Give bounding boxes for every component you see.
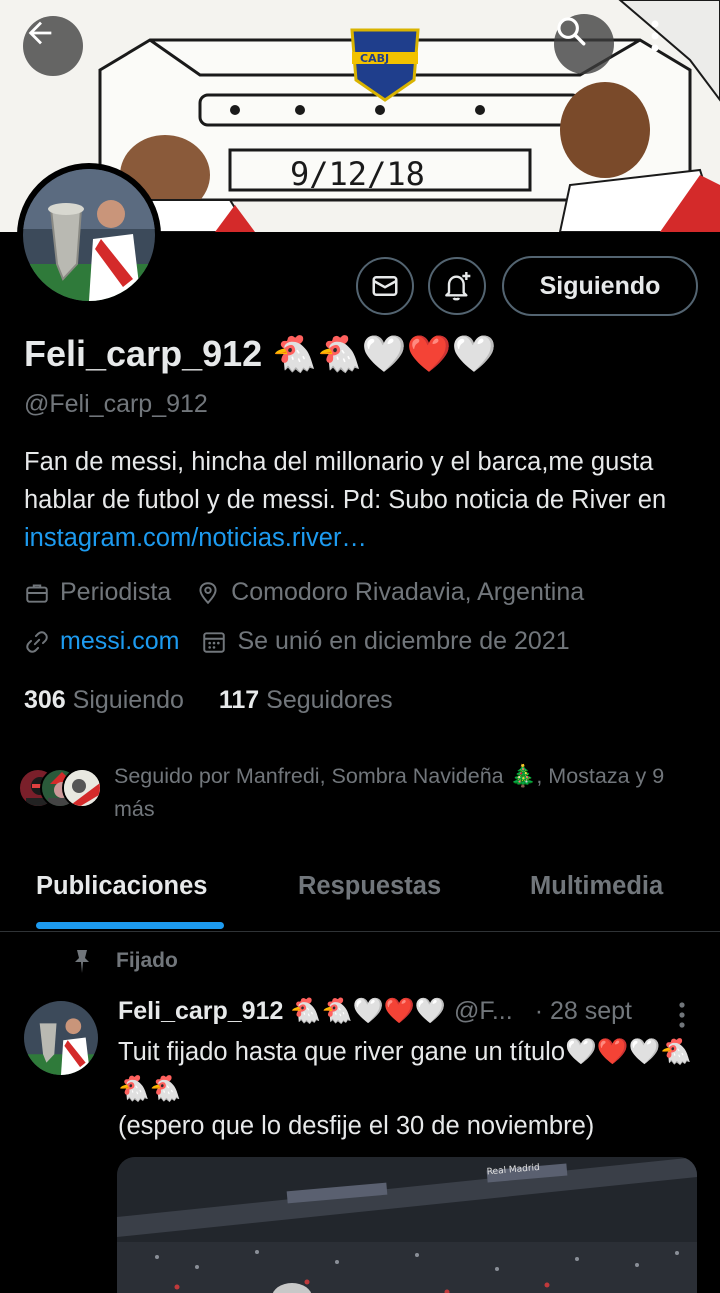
more-options-button[interactable] (650, 18, 690, 74)
followed-by-avatars[interactable] (18, 762, 108, 812)
profession-item: Periodista (24, 578, 171, 607)
location-text: Comodoro Rivadavia, Argentina (231, 578, 585, 606)
profession-text: Periodista (60, 578, 172, 606)
post-body: Tuit fijado hasta que river gane un títu… (118, 1034, 708, 1145)
joined-text: Se unió en diciembre de 2021 (237, 627, 570, 655)
arrow-left-icon (28, 21, 52, 45)
avatar-photo (23, 169, 155, 301)
post-avatar-photo (24, 1001, 98, 1075)
post-handle[interactable]: @F... (454, 997, 513, 1026)
followers-count: 117 (218, 686, 260, 714)
profile-meta-row-1: Periodista Comodoro Rivadavia, Argentina (24, 578, 584, 607)
followed-by-text[interactable]: Seguido por Manfredi, Sombra Navideña 🎄,… (114, 760, 704, 826)
post-date[interactable]: · 28 sept (535, 997, 632, 1026)
post-avatar[interactable] (24, 1001, 98, 1075)
crest-text: CABJ (360, 52, 389, 65)
avatar[interactable] (23, 169, 155, 301)
post-text-line: (espero que lo desfije el 30 de noviembr… (118, 1112, 595, 1140)
website-item[interactable]: messi.com (24, 627, 179, 656)
active-tab-indicator (36, 922, 224, 929)
profile-tabs: Publicaciones Respuestas Multimedia (0, 860, 720, 932)
bio-text: Fan de messi, hincha del millonario y el… (24, 448, 667, 514)
more-vertical-icon (651, 20, 659, 52)
post-media-image[interactable]: Real Madrid (117, 1157, 697, 1293)
back-button[interactable] (23, 16, 83, 76)
follow-counts: 306 Siguiendo 117 Seguidores (24, 686, 393, 715)
banner-date: 9/12/18 (290, 155, 425, 193)
bell-plus-icon (445, 272, 471, 301)
post-header: Feli_carp_912 🐔🐔🤍❤️🤍 @F... · 28 sept (118, 997, 698, 1026)
location-item: Comodoro Rivadavia, Argentina (195, 578, 584, 607)
display-name: Feli_carp_912 🐔🐔🤍❤️🤍 (24, 333, 497, 374)
location-pin-icon (199, 581, 217, 604)
following-label: Siguiendo (72, 686, 184, 714)
website-link[interactable]: messi.com (60, 627, 179, 656)
pinned-text: Fijado (116, 949, 178, 972)
joined-item: Se unió en diciembre de 2021 (201, 627, 570, 656)
bio-link[interactable]: instagram.com/noticias.river… (24, 524, 367, 552)
following-count: 306 (24, 686, 66, 714)
tab-multimedia[interactable]: Multimedia (530, 872, 663, 901)
link-icon (26, 630, 48, 653)
stadium-photo: Real Madrid (117, 1157, 697, 1293)
search-button[interactable] (554, 14, 614, 74)
search-icon (557, 17, 586, 46)
more-vertical-icon (679, 1002, 685, 1028)
notifications-button[interactable] (428, 257, 486, 315)
post-more-button[interactable] (672, 1000, 692, 1034)
message-button[interactable] (356, 257, 414, 315)
profile-handle: @Feli_carp_912 (24, 390, 208, 418)
calendar-icon (203, 631, 226, 653)
envelope-icon (372, 276, 398, 296)
pin-icon (75, 950, 89, 973)
followers-link[interactable]: 117 Seguidores (219, 686, 393, 714)
mini-avatar (62, 768, 102, 808)
post-author[interactable]: Feli_carp_912 🐔🐔🤍❤️🤍 (118, 997, 446, 1026)
following-link[interactable]: 306 Siguiendo (24, 686, 184, 714)
briefcase-icon (26, 583, 48, 603)
profile-meta-row-2: messi.com Se unió en diciembre de 2021 (24, 627, 570, 656)
tab-respuestas[interactable]: Respuestas (298, 872, 441, 901)
profile-avatar-frame[interactable] (17, 163, 161, 307)
followers-label: Seguidores (266, 686, 393, 714)
profile-bio: Fan de messi, hincha del millonario y el… (24, 443, 704, 557)
post-text-line: Tuit fijado hasta que river gane un títu… (118, 1038, 692, 1103)
following-button[interactable]: Siguiendo (502, 256, 698, 316)
tab-publicaciones[interactable]: Publicaciones (36, 872, 207, 901)
pinned-label: Fijado (70, 948, 178, 974)
